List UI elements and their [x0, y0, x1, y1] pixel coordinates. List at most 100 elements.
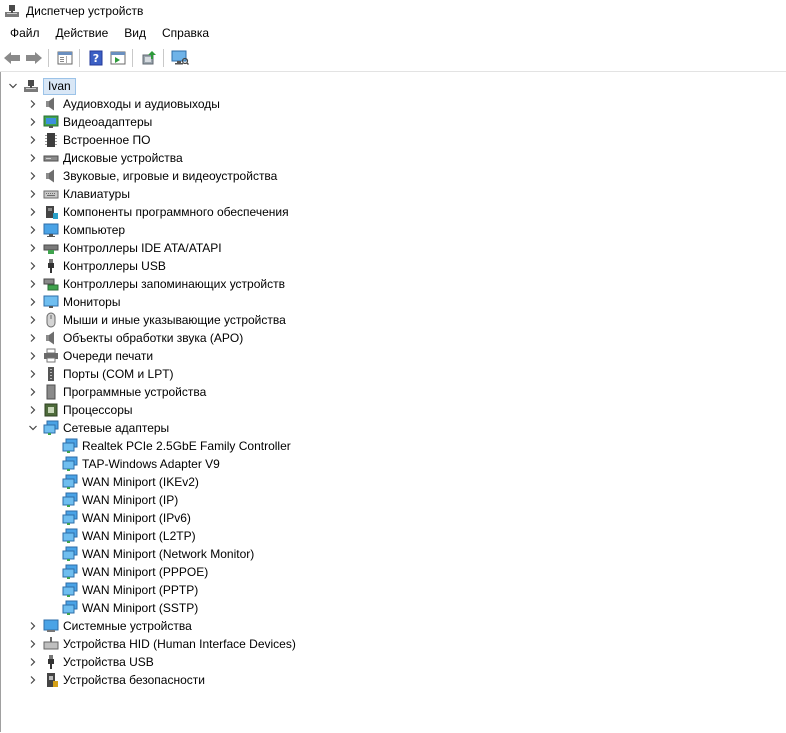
tree-category-label: Объекты обработки звука (APO) [63, 331, 244, 345]
tree-device-item[interactable]: WAN Miniport (IPv6) [62, 509, 191, 527]
chevron-right-icon[interactable] [27, 152, 39, 164]
software-device-icon [43, 384, 59, 400]
tree-category-item[interactable]: Звуковые, игровые и видеоустройства [27, 167, 277, 185]
tree-category-item[interactable]: Дисковые устройства [27, 149, 183, 167]
tree-category-label: Устройства USB [63, 655, 154, 669]
chevron-right-icon[interactable] [27, 674, 39, 686]
chevron-right-icon[interactable] [27, 134, 39, 146]
tree-device-item[interactable]: WAN Miniport (IP) [62, 491, 178, 509]
tree-category-item[interactable]: Мониторы [27, 293, 120, 311]
chevron-right-icon[interactable] [27, 368, 39, 380]
chevron-right-icon[interactable] [27, 170, 39, 182]
chevron-right-icon[interactable] [27, 296, 39, 308]
svg-text:?: ? [93, 52, 99, 65]
chevron-down-icon[interactable] [27, 422, 39, 434]
tree-category-item[interactable]: Аудиовходы и аудиовыходы [27, 95, 220, 113]
chevron-right-icon[interactable] [27, 278, 39, 290]
tree-root-node[interactable]: Ivan [7, 77, 76, 95]
back-button[interactable] [2, 48, 22, 68]
tree-device-label: WAN Miniport (L2TP) [82, 529, 196, 543]
menu-action[interactable]: Действие [48, 23, 117, 43]
tree-category-item[interactable]: Процессоры [27, 401, 133, 419]
chevron-right-icon[interactable] [27, 116, 39, 128]
network-card-icon [62, 528, 78, 544]
help-button[interactable]: ? [86, 48, 106, 68]
tree-category-item[interactable]: Программные устройства [27, 383, 206, 401]
tree-category-item[interactable]: Очереди печати [27, 347, 153, 365]
tree-category-item[interactable]: Контроллеры IDE ATA/ATAPI [27, 239, 222, 257]
tree-device-item[interactable]: WAN Miniport (PPPOE) [62, 563, 208, 581]
toolbar-separator [48, 49, 49, 67]
tree-category-label: Дисковые устройства [63, 151, 183, 165]
chevron-right-icon[interactable] [27, 386, 39, 398]
computer-network-icon [23, 78, 39, 94]
device-tree[interactable]: Ivan Аудиовходы и аудиовыходы Видеоадапте… [0, 72, 786, 732]
tree-category-label: Аудиовходы и аудиовыходы [63, 97, 220, 111]
tree-device-label: WAN Miniport (IKEv2) [82, 475, 199, 489]
scan-hardware-button[interactable] [170, 48, 190, 68]
tree-category-item[interactable]: Сетевые адаптеры [27, 419, 169, 437]
console-tree-icon [57, 51, 73, 65]
tree-device-item[interactable]: WAN Miniport (Network Monitor) [62, 545, 254, 563]
chevron-right-icon[interactable] [27, 656, 39, 668]
tree-device-item[interactable]: WAN Miniport (PPTP) [62, 581, 198, 599]
network-card-icon [62, 456, 78, 472]
tree-category-item[interactable]: Устройства USB [27, 653, 154, 671]
chevron-down-icon[interactable] [7, 80, 19, 92]
chevron-right-icon[interactable] [27, 206, 39, 218]
mouse-icon [43, 312, 59, 328]
tree-device-item[interactable]: TAP-Windows Adapter V9 [62, 455, 220, 473]
menu-view[interactable]: Вид [116, 23, 154, 43]
tree-category-item[interactable]: Устройства безопасности [27, 671, 205, 689]
tree-device-label: WAN Miniport (PPPOE) [82, 565, 209, 579]
tree-category-item[interactable]: Системные устройства [27, 617, 192, 635]
chevron-right-icon[interactable] [27, 242, 39, 254]
chevron-right-icon[interactable] [27, 620, 39, 632]
tree-category-item[interactable]: Устройства HID (Human Interface Devices) [27, 635, 296, 653]
chevron-right-icon[interactable] [27, 332, 39, 344]
chevron-right-icon[interactable] [27, 638, 39, 650]
forward-button[interactable] [24, 48, 44, 68]
network-card-icon [62, 582, 78, 598]
tree-category-item[interactable]: Компоненты программного обеспечения [27, 203, 289, 221]
tree-device-label: WAN Miniport (Network Monitor) [82, 547, 255, 561]
chevron-right-icon[interactable] [27, 98, 39, 110]
tree-category-label: Компьютер [63, 223, 126, 237]
chevron-right-icon[interactable] [27, 188, 39, 200]
chevron-right-icon[interactable] [27, 404, 39, 416]
software-component-icon [43, 204, 59, 220]
network-adapter-icon [43, 420, 59, 436]
tree-category-item[interactable]: Объекты обработки звука (APO) [27, 329, 243, 347]
tree-device-item[interactable]: WAN Miniport (L2TP) [62, 527, 196, 545]
tree-device-item[interactable]: WAN Miniport (IKEv2) [62, 473, 199, 491]
tree-category-item[interactable]: Контроллеры USB [27, 257, 166, 275]
tree-category-item[interactable]: Встроенное ПО [27, 131, 150, 149]
tree-category-label: Сетевые адаптеры [63, 421, 170, 435]
menu-help[interactable]: Справка [154, 23, 217, 43]
menu-file[interactable]: Файл [0, 23, 48, 43]
tree-category-item[interactable]: Клавиатуры [27, 185, 130, 203]
title-bar: Диспетчер устройств [0, 0, 786, 22]
toolbar-separator [163, 49, 164, 67]
tree-device-item[interactable]: WAN Miniport (SSTP) [62, 599, 198, 617]
computer-icon [43, 222, 59, 238]
action-pane-button[interactable] [108, 48, 128, 68]
chevron-right-icon[interactable] [27, 314, 39, 326]
tree-category-label: Устройства HID (Human Interface Devices) [63, 637, 296, 651]
network-card-icon [62, 474, 78, 490]
firmware-chip-icon [43, 132, 59, 148]
tree-category-item[interactable]: Контроллеры запоминающих устройств [27, 275, 285, 293]
chevron-right-icon[interactable] [27, 224, 39, 236]
tree-category-item[interactable]: Компьютер [27, 221, 125, 239]
security-device-icon [43, 672, 59, 688]
network-card-icon [62, 546, 78, 562]
tree-category-item[interactable]: Порты (COM и LPT) [27, 365, 174, 383]
update-driver-button[interactable] [139, 48, 159, 68]
tree-device-item[interactable]: Realtek PCIe 2.5GbE Family Controller [62, 437, 291, 455]
tree-category-item[interactable]: Мыши и иные указывающие устройства [27, 311, 286, 329]
speaker-icon [43, 330, 59, 346]
chevron-right-icon[interactable] [27, 260, 39, 272]
chevron-right-icon[interactable] [27, 350, 39, 362]
show-hide-console-tree-button[interactable] [55, 48, 75, 68]
tree-category-item[interactable]: Видеоадаптеры [27, 113, 152, 131]
